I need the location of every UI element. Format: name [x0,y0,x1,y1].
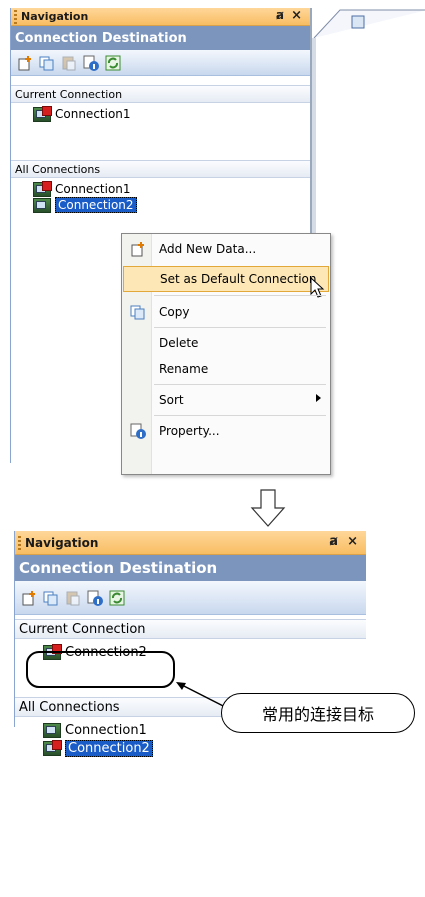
all-connections-section: All Connections [11,160,310,178]
panel-titlebar[interactable]: Navigation ⱥ × [15,531,366,555]
close-icon[interactable]: × [291,8,302,23]
menu-separator [154,295,326,296]
connection-icon [33,197,51,213]
connection-default-icon [33,180,52,197]
callout-text: 常用的连接目标 [261,705,374,724]
refresh-icon[interactable] [109,590,125,606]
connection-default-icon [43,739,62,756]
panel-subtitle: Connection Destination [11,26,310,50]
current-connection-item[interactable]: Connection2 [43,643,366,661]
menu-item-property[interactable]: Property... [123,418,329,444]
menu-item-delete[interactable]: Delete [123,330,329,356]
close-icon[interactable]: × [347,534,358,549]
document-tab[interactable] [312,8,425,40]
connection-default-icon [43,643,62,660]
menu-item-copy[interactable]: Copy [123,299,329,325]
menu-label: Rename [159,362,209,376]
copy-icon[interactable] [43,590,59,606]
panel-subtitle: Connection Destination [15,555,366,581]
connection-default-icon [33,105,52,122]
paste-icon[interactable] [65,590,81,606]
connection-item-selected[interactable]: Connection2 [33,197,310,213]
menu-label: Set as Default Connection [160,272,317,286]
menu-label: Copy [159,305,190,319]
add-data-icon [131,242,144,257]
menu-label: Delete [159,336,199,350]
property-icon[interactable] [87,590,103,606]
current-connection-item[interactable]: Connection1 [33,105,310,122]
connection-item-selected[interactable]: Connection2 [43,739,366,757]
connection-item[interactable]: Connection1 [33,180,310,197]
menu-item-set-default-connection[interactable]: Set as Default Connection [123,266,329,298]
panel-titlebar[interactable]: Navigation ⱥ × [11,8,310,26]
property-icon [130,423,146,439]
panel-title: Navigation [25,535,99,550]
menu-label: Sort [159,393,184,407]
copy-icon [130,305,145,320]
refresh-icon[interactable] [105,55,121,71]
menu-label: Add New Data... [159,242,257,256]
current-connection-label: Connection1 [55,107,131,121]
panel-title: Navigation [21,10,89,23]
connection-label: Connection1 [55,182,131,196]
context-menu: Add New Data... Set as Default Connectio… [121,233,331,475]
menu-label: Property... [159,424,220,438]
paste-icon[interactable] [61,55,77,71]
menu-separator [154,327,326,328]
down-arrow-icon [250,489,286,527]
panel-toolbar [15,581,366,615]
connection-label: Connection1 [65,722,147,738]
connection-label: Connection2 [65,739,153,757]
grip-icon[interactable] [14,9,17,24]
current-connection-section: Current Connection [15,619,366,639]
menu-separator [154,384,326,385]
current-connection-label: Connection2 [65,644,147,660]
connection-icon [43,722,61,738]
pin-icon[interactable]: ⱥ [329,534,338,549]
property-icon[interactable] [83,55,99,71]
grip-icon[interactable] [18,535,21,550]
menu-separator [154,415,326,416]
add-data-icon[interactable] [21,590,37,606]
add-data-icon[interactable] [17,55,33,71]
connection-label: Connection2 [55,197,137,213]
copy-icon[interactable] [39,55,55,71]
current-connection-section: Current Connection [11,85,310,103]
panel-toolbar [11,50,310,76]
menu-item-rename[interactable]: Rename [123,356,329,382]
menu-item-sort[interactable]: Sort [123,387,329,413]
callout-bubble: 常用的连接目标 [221,693,415,733]
submenu-arrow-icon [316,394,321,402]
menu-item-add-new-data[interactable]: Add New Data... [123,236,329,262]
pin-icon[interactable]: ⱥ [276,8,284,22]
